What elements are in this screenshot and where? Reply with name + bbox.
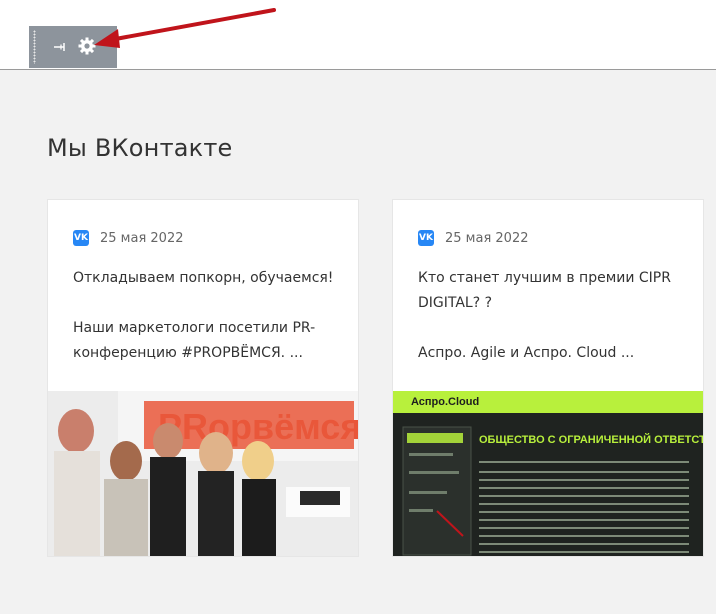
post-image[interactable]: Аспро.Cloud ОБЩЕСТВО С ОГРАНИЧЕННОЙ ОТВЕ…	[393, 391, 704, 557]
post-card[interactable]: VK 25 мая 2022 Откладываем попкорн, обуч…	[47, 199, 359, 557]
image-caption: PRорвёмся	[158, 406, 359, 447]
image-heading: ОБЩЕСТВО С ОГРАНИЧЕННОЙ ОТВЕТСТВЕННОСТЬЮ…	[479, 433, 704, 446]
post-meta: VK 25 мая 2022	[73, 229, 183, 247]
vk-icon: VK	[418, 230, 434, 246]
top-bar	[0, 0, 716, 70]
section-title: Мы ВКонтакте	[47, 134, 233, 162]
post-text[interactable]: Откладываем попкорн, обучаемся! Наши мар…	[73, 266, 343, 391]
vk-icon: VK	[73, 230, 89, 246]
post-card[interactable]: VK 25 мая 2022 Кто станет лучшим в преми…	[392, 199, 704, 557]
post-text[interactable]: Кто станет лучшим в премии CIPR DIGITAL?…	[418, 266, 688, 391]
post-paragraph: Наши маркетологи посетили PR-конференцию…	[73, 320, 316, 361]
drag-handle[interactable]	[33, 30, 36, 64]
image-header: Аспро.Cloud	[411, 396, 479, 408]
gear-icon[interactable]	[77, 36, 97, 56]
post-paragraph: Аспро. Agile и Аспро. Cloud ...	[418, 345, 635, 361]
post-meta: VK 25 мая 2022	[418, 229, 528, 247]
post-paragraph: Откладываем попкорн, обучаемся!	[73, 270, 334, 286]
post-image[interactable]: PRорвёмся	[48, 391, 359, 557]
post-paragraph: Кто станет лучшим в премии CIPR DIGITAL?…	[418, 270, 671, 311]
admin-toolbar	[29, 26, 117, 68]
pin-icon[interactable]	[52, 39, 68, 55]
post-date: 25 мая 2022	[100, 230, 184, 246]
post-date: 25 мая 2022	[445, 230, 529, 246]
